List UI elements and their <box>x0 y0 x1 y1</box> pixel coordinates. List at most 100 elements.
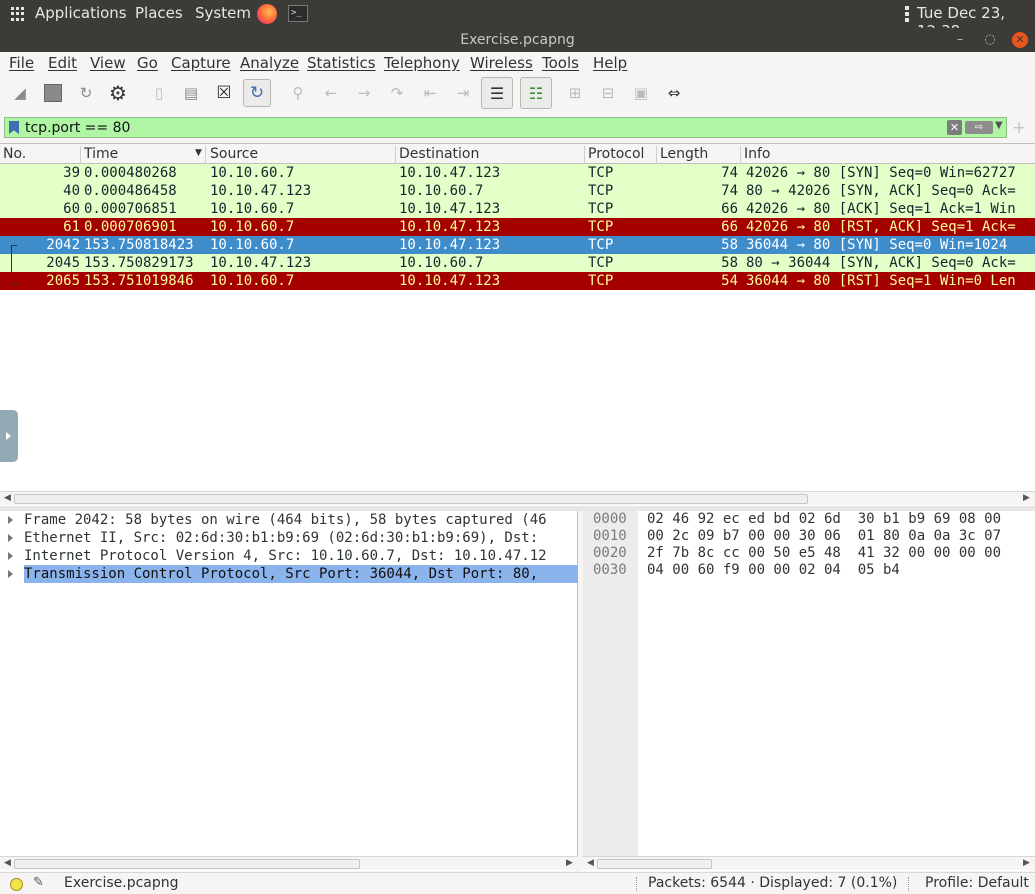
find-packet-icon[interactable]: ⚲ <box>284 79 312 107</box>
clear-filter-icon[interactable]: ✕ <box>947 120 962 135</box>
expand-arrow-icon[interactable] <box>8 516 13 524</box>
expand-arrow-icon[interactable] <box>8 570 13 578</box>
stop-square-icon[interactable] <box>39 79 67 107</box>
packet-cell-info: 42026 → 80 [SYN] Seq=0 Win=62727 <box>746 165 1016 181</box>
indicator-menu-icon[interactable] <box>905 6 909 22</box>
packet-row[interactable]: 60 0.000706851 10.10.60.7 10.10.47.123 TCP 66… <box>0 200 1035 218</box>
expert-info-icon[interactable] <box>10 878 23 891</box>
display-filter-input[interactable] <box>25 118 945 137</box>
column-header-length[interactable]: Length <box>660 146 741 164</box>
details-row-frame[interactable]: Frame 2042: 58 bytes on wire (464 bits),… <box>0 511 578 529</box>
status-packet-count: Packets: 6544 · Displayed: 7 (0.1%) <box>648 875 898 891</box>
open-file-icon[interactable]: ▯ <box>145 79 173 107</box>
places-menu[interactable]: Places <box>135 4 183 22</box>
filter-bookmark-icon[interactable] <box>9 121 19 134</box>
status-profile[interactable]: Profile: Default <box>925 875 1029 891</box>
autoscroll-icon[interactable]: ☰ <box>481 77 513 109</box>
menu-help[interactable]: Help <box>593 54 627 72</box>
apply-filter-button[interactable]: ⇨ <box>965 121 993 134</box>
save-file-icon[interactable]: ▤ <box>177 79 205 107</box>
sidebar-expand-handle-icon[interactable] <box>0 410 18 462</box>
scroll-left-arrow-icon[interactable]: ◀ <box>4 492 11 505</box>
status-separator <box>636 877 637 891</box>
scroll-right-arrow-icon[interactable]: ▶ <box>1023 492 1030 505</box>
column-header-info[interactable]: Info <box>744 146 1034 164</box>
column-header-no[interactable]: No. <box>3 146 81 164</box>
bytes-scroll-thumb[interactable] <box>597 859 712 869</box>
capture-comment-icon[interactable]: ✎ <box>33 875 44 890</box>
bytes-hscrollbar[interactable]: ◀ ▶ <box>583 856 1035 870</box>
minimize-button[interactable]: – <box>952 32 968 48</box>
firefox-icon[interactable] <box>257 4 277 24</box>
details-row-tcp[interactable]: Transmission Control Protocol, Src Port:… <box>0 565 578 583</box>
expand-arrow-icon[interactable] <box>8 552 13 560</box>
go-to-packet-icon[interactable]: ↷ <box>383 79 411 107</box>
packet-cell-src: 10.10.60.7 <box>210 237 295 253</box>
resize-columns-icon[interactable]: ⇔ <box>660 79 688 107</box>
close-button[interactable]: ✕ <box>1012 32 1028 48</box>
colorize-icon[interactable]: ☷ <box>520 77 552 109</box>
column-header-destination[interactable]: Destination <box>399 146 585 164</box>
packet-cell-dst: 10.10.47.123 <box>399 165 501 181</box>
system-top-panel: Applications Places System >_ Tue Dec 23… <box>0 0 1035 40</box>
packet-list-hscrollbar[interactable]: ◀ ▶ <box>0 491 1035 505</box>
menu-go[interactable]: Go <box>137 54 158 72</box>
packet-cell-dst: 10.10.47.123 <box>399 273 501 289</box>
reload-file-icon[interactable]: ↻ <box>243 79 271 107</box>
menu-edit[interactable]: Edit <box>48 54 77 72</box>
menu-wireless[interactable]: Wireless <box>470 54 533 72</box>
packet-cell-time: 153.751019846 <box>84 273 194 289</box>
scroll-left-arrow-icon[interactable]: ◀ <box>4 857 11 870</box>
applications-menu[interactable]: Applications <box>35 4 127 22</box>
zoom-in-icon[interactable]: ⊞ <box>561 79 589 107</box>
column-header-protocol[interactable]: Protocol <box>588 146 657 164</box>
packet-cell-info: 42026 → 80 [RST, ACK] Seq=1 Ack= <box>746 219 1016 235</box>
packet-cell-info: 36044 → 80 [RST] Seq=1 Win=0 Len <box>746 273 1016 289</box>
menu-capture[interactable]: Capture <box>171 54 231 72</box>
conversation-bracket <box>11 245 12 283</box>
normal-size-icon[interactable]: ▣ <box>627 79 655 107</box>
menu-telephony[interactable]: Telephony <box>384 54 460 72</box>
expand-arrow-icon[interactable] <box>8 534 13 542</box>
packet-cell-time: 0.000480268 <box>84 165 177 181</box>
details-row-ethernet[interactable]: Ethernet II, Src: 02:6d:30:b1:b9:69 (02:… <box>0 529 578 547</box>
packet-row[interactable]: 2042 153.750818423 10.10.60.7 10.10.47.123 T… <box>0 236 1035 254</box>
packet-row[interactable]: 61 0.000706901 10.10.60.7 10.10.47.123 TCP 66… <box>0 218 1035 236</box>
menu-file[interactable]: File <box>9 54 34 72</box>
menu-view[interactable]: View <box>90 54 126 72</box>
status-bar: ✎ Exercise.pcapng Packets: 6544 · Displa… <box>0 872 1035 894</box>
details-scroll-thumb[interactable] <box>14 859 360 869</box>
packet-row[interactable]: 2045 153.750829173 10.10.47.123 10.10.60.7 T… <box>0 254 1035 272</box>
capture-options-gear-icon[interactable]: ⚙ <box>104 79 132 107</box>
maximize-button[interactable]: ◌ <box>982 32 998 48</box>
system-menu[interactable]: System <box>195 4 251 22</box>
last-packet-icon[interactable]: ⇥ <box>449 79 477 107</box>
menu-statistics[interactable]: Statistics <box>307 54 376 72</box>
shark-fin-start-icon[interactable]: ◢ <box>6 79 34 107</box>
close-file-icon[interactable]: ☒ <box>210 79 238 107</box>
add-filter-button-icon[interactable]: + <box>1012 118 1026 138</box>
applications-grid-icon[interactable] <box>11 7 25 21</box>
scroll-left-arrow-icon[interactable]: ◀ <box>587 857 594 870</box>
column-header-source[interactable]: Source <box>210 146 396 164</box>
scroll-right-arrow-icon[interactable]: ▶ <box>566 857 573 870</box>
menu-analyze[interactable]: Analyze <box>240 54 299 72</box>
filter-history-dropdown-icon[interactable]: ▼ <box>995 120 1003 131</box>
zoom-out-icon[interactable]: ⊟ <box>594 79 622 107</box>
packet-row[interactable]: 2065 153.751019846 10.10.60.7 10.10.47.123 T… <box>0 272 1035 290</box>
packet-cell-no: 39 <box>63 165 80 181</box>
main-toolbar: ◢ ↻ ⚙ ▯ ▤ ☒ ↻ ⚲ ← → ↷ ⇤ ⇥ ☰ ☷ ⊞ ⊟ ▣ ⇔ <box>0 76 1035 112</box>
column-header-time[interactable]: Time <box>84 146 206 164</box>
terminal-icon[interactable]: >_ <box>288 5 308 22</box>
scroll-right-arrow-icon[interactable]: ▶ <box>1023 857 1030 870</box>
details-hscrollbar[interactable]: ◀ ▶ <box>0 856 578 870</box>
go-back-icon[interactable]: ← <box>317 79 345 107</box>
menu-tools[interactable]: Tools <box>542 54 579 72</box>
restart-fin-icon[interactable]: ↻ <box>72 79 100 107</box>
first-packet-icon[interactable]: ⇤ <box>416 79 444 107</box>
details-row-ipv4[interactable]: Internet Protocol Version 4, Src: 10.10.… <box>0 547 578 565</box>
packet-row[interactable]: 40 0.000486458 10.10.47.123 10.10.60.7 TCP 74… <box>0 182 1035 200</box>
packet-list-scroll-thumb[interactable] <box>14 494 808 504</box>
packet-row[interactable]: 39 0.000480268 10.10.60.7 10.10.47.123 TCP 74… <box>0 164 1035 182</box>
go-forward-icon[interactable]: → <box>350 79 378 107</box>
